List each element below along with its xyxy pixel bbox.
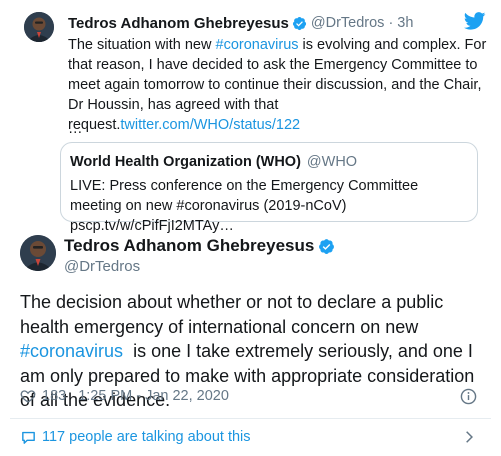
status-link[interactable]: twitter.com/WHO/status/122 [120,117,300,133]
separator-dot: · [388,15,394,31]
avatar[interactable] [24,12,54,42]
verified-badge-icon [319,238,335,254]
verified-badge-icon [292,16,306,30]
avatar[interactable] [20,235,56,271]
quoted-tweet[interactable]: World Health Organization (WHO) @WHO LIV… [60,142,478,234]
author-handle[interactable]: @DrTedros [64,258,140,275]
chevron-right-icon[interactable] [462,430,476,444]
parent-tweet-text: The situation with new #coronavirus is e… [68,35,493,135]
like-count[interactable]: 183 [42,388,66,404]
text-segment: The decision about whether or not to dec… [20,292,444,337]
heart-icon[interactable] [20,388,36,404]
quoted-tweet-text: LIVE: Press conference on the Emergency … [70,178,419,234]
info-icon[interactable] [460,388,477,405]
main-author: Tedros Adhanom Ghebreyesus [64,236,335,256]
hashtag-link[interactable]: #coronavirus [20,341,123,361]
author-name[interactable]: Tedros Adhanom Ghebreyesus [64,236,314,256]
twitter-bird-icon[interactable] [464,12,486,30]
talking-count[interactable]: 117 people are talking about this [42,429,251,445]
tweet-timestamp[interactable]: 1:25 PM - Jan 22, 2020 [78,388,229,404]
quoted-tweet-header: World Health Organization (WHO) @WHO [70,154,357,170]
embedded-tweet-card: Tedros Adhanom Ghebreyesus @DrTedros · 3… [0,0,501,456]
quoted-author-name[interactable]: World Health Organization (WHO) [70,154,301,170]
tweet-meta: 183 1:25 PM - Jan 22, 2020 [20,388,229,404]
author-name[interactable]: Tedros Adhanom Ghebreyesus [68,15,289,32]
text-segment: The situation with new [68,37,216,53]
author-handle[interactable]: @DrTedros [311,15,385,31]
conversation-link[interactable]: 117 people are talking about this [0,420,501,454]
tweet-time[interactable]: 3h [397,15,413,31]
divider [10,418,491,419]
parent-tweet-header: Tedros Adhanom Ghebreyesus @DrTedros · 3… [68,14,413,32]
quoted-author-handle[interactable]: @WHO [307,154,357,170]
speech-bubble-icon [22,431,35,444]
text-ellipsis: … [68,121,83,137]
hashtag-link[interactable]: #coronavirus [216,37,299,53]
